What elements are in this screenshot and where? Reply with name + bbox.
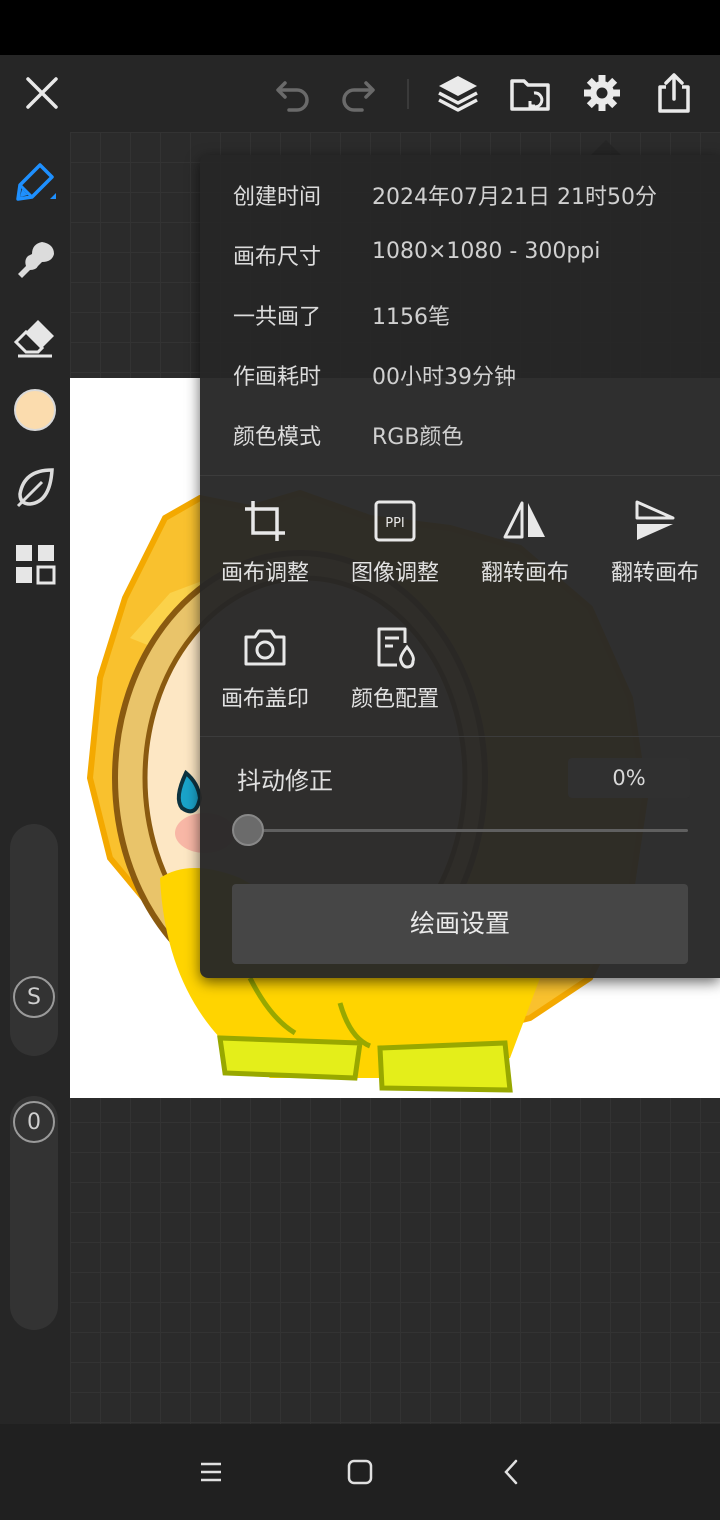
color-profile-button[interactable]: 颜色配置 (330, 623, 460, 733)
layers-icon[interactable] (428, 63, 488, 123)
info-label: 一共画了 (233, 305, 322, 330)
tool-label: 翻转画布 (610, 561, 699, 586)
stabilizer-label: 抖动修正 (237, 767, 333, 795)
grid-apps-icon[interactable] (5, 534, 65, 594)
info-value: 00小时39分钟 (372, 365, 516, 390)
info-label: 创建时间 (233, 185, 322, 210)
image-adjust-button[interactable]: PPI 图像调整 (330, 497, 460, 607)
brush-size-slider[interactable]: S (10, 824, 58, 1056)
color-profile-icon (377, 627, 415, 669)
info-label: 作画耗时 (233, 365, 322, 390)
share-icon[interactable] (644, 63, 704, 123)
flip-horizontal-button[interactable]: 翻转画布 (460, 497, 590, 607)
eraser-icon[interactable] (5, 307, 65, 367)
tool-label: 颜色配置 (350, 687, 439, 712)
leaf-icon[interactable] (5, 457, 65, 517)
toolbar-divider (407, 79, 409, 109)
info-value: 2024年07月21日 21时50分 (372, 185, 657, 210)
tool-label: 画布调整 (220, 561, 309, 586)
crop-icon (245, 501, 285, 541)
opacity-slider[interactable]: 0 (10, 1096, 58, 1330)
folder-import-icon[interactable] (500, 63, 560, 123)
info-value: RGB颜色 (372, 425, 464, 450)
status-bar (0, 0, 720, 55)
back-icon[interactable] (488, 1448, 536, 1496)
tool-label: 翻转画布 (480, 561, 569, 586)
info-label: 画布尺寸 (233, 245, 322, 270)
home-icon[interactable] (336, 1448, 384, 1496)
info-row-created: 创建时间 2024年07月21日 21时50分 (200, 165, 720, 225)
stabilizer-value[interactable]: 0% (568, 758, 690, 798)
camera-icon (244, 629, 286, 666)
flip-vertical-button[interactable]: 翻转画布 (590, 497, 720, 607)
ppi-icon: PPI (374, 500, 416, 542)
canvas-stamp-button[interactable]: 画布盖印 (200, 623, 330, 733)
info-value: 1080×1080 - 300ppi (372, 239, 601, 264)
opacity-badge: 0 (13, 1101, 55, 1143)
menu-icon[interactable] (187, 1448, 235, 1496)
info-row-time: 作画耗时 00小时39分钟 (200, 345, 720, 405)
stabilizer-track[interactable] (250, 829, 688, 832)
flip-vertical-icon (635, 500, 675, 540)
system-nav-bar (0, 1424, 720, 1520)
drawing-settings-button[interactable]: 绘画设置 (232, 884, 688, 964)
pen-brush-icon[interactable] (5, 152, 65, 212)
size-badge: S (13, 976, 55, 1018)
redo-icon[interactable] (328, 63, 388, 123)
info-row-size: 画布尺寸 1080×1080 - 300ppi (200, 225, 720, 285)
divider (200, 475, 720, 476)
smudge-icon[interactable] (5, 229, 65, 289)
panel-caret (590, 140, 622, 156)
top-toolbar (0, 55, 720, 132)
canvas-adjust-button[interactable]: 画布调整 (200, 497, 330, 607)
stabilizer-thumb[interactable] (232, 814, 264, 846)
info-label: 颜色模式 (233, 425, 322, 450)
left-toolbar: S 0 (0, 132, 70, 1424)
tool-label: 画布盖印 (220, 687, 309, 712)
info-value: 1156笔 (372, 305, 450, 330)
divider (200, 736, 720, 737)
tool-label: 图像调整 (350, 561, 439, 586)
color-swatch[interactable] (5, 380, 65, 440)
info-row-color-mode: 颜色模式 RGB颜色 (200, 405, 720, 465)
info-row-strokes: 一共画了 1156笔 (200, 285, 720, 345)
undo-icon[interactable] (263, 63, 323, 123)
ppi-text: PPI (385, 516, 405, 531)
close-icon[interactable] (12, 63, 72, 123)
flip-horizontal-icon (503, 501, 545, 539)
gear-icon[interactable] (572, 63, 632, 123)
canvas-info-panel: 创建时间 2024年07月21日 21时50分 画布尺寸 1080×1080 -… (200, 155, 720, 978)
